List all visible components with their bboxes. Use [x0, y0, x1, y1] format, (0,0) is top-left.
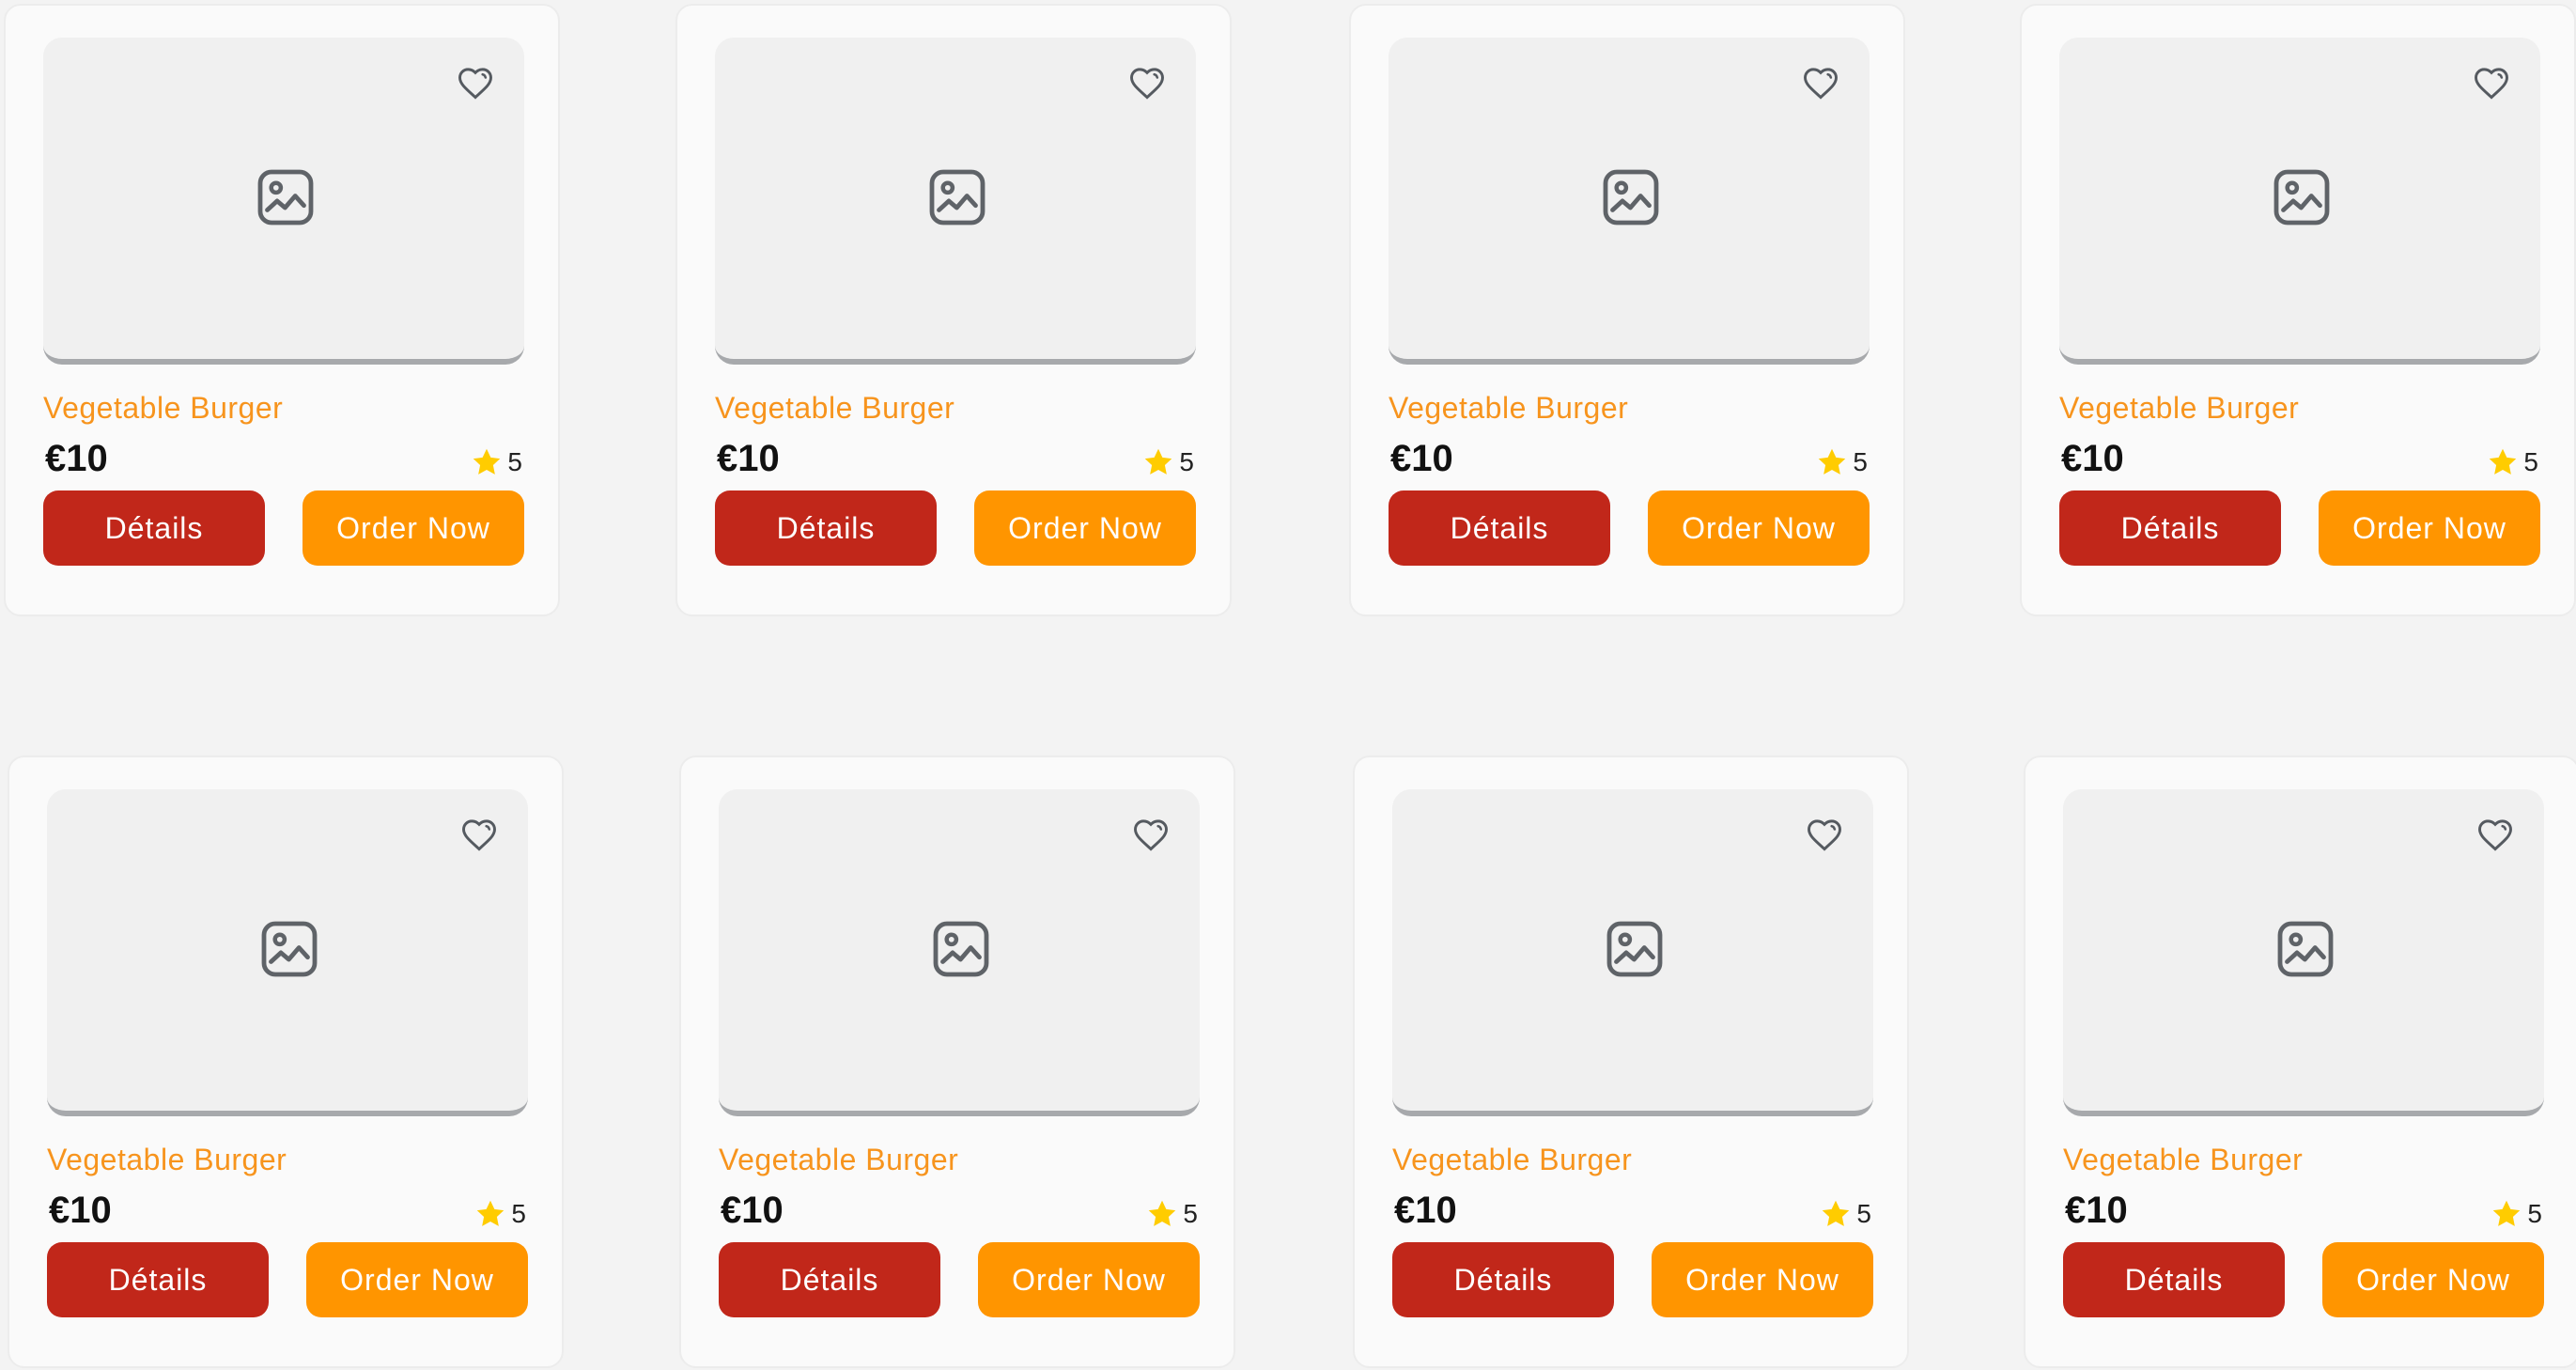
product-image-placeholder — [719, 789, 1200, 1116]
product-price: €10 — [721, 1190, 784, 1231]
details-button[interactable]: Détails — [719, 1242, 940, 1317]
order-now-button[interactable]: Order Now — [303, 490, 524, 566]
product-name: Vegetable Burger — [715, 391, 955, 425]
order-now-button[interactable]: Order Now — [974, 490, 1196, 566]
star-icon — [1145, 448, 1172, 475]
product-rating: 5 — [1815, 444, 1868, 481]
product-card: Vegetable Burger €10 5 Détails Order Now — [8, 755, 564, 1368]
rating-value: 5 — [507, 447, 522, 476]
star-icon — [1819, 448, 1846, 475]
product-card: Vegetable Burger €10 5 Détails Order Now — [679, 755, 1235, 1368]
details-button[interactable]: Détails — [1389, 490, 1610, 566]
product-name: Vegetable Burger — [2059, 391, 2300, 425]
product-price: €10 — [1394, 1190, 1457, 1231]
product-grid: Vegetable Burger €10 5 Détails Order Now… — [0, 0, 2576, 1370]
rating-value: 5 — [2523, 447, 2538, 476]
heart-icon[interactable] — [458, 814, 500, 855]
heart-icon[interactable] — [2471, 62, 2512, 103]
product-name: Vegetable Burger — [1392, 1143, 1633, 1176]
heart-icon[interactable] — [455, 62, 496, 103]
product-price: €10 — [717, 438, 780, 479]
star-icon — [473, 448, 501, 475]
product-name: Vegetable Burger — [2063, 1143, 2304, 1176]
product-card: Vegetable Burger €10 5 Détails Order Now — [2020, 4, 2576, 616]
product-card: Vegetable Burger €10 5 Détails Order Now — [1353, 755, 1909, 1368]
order-now-button[interactable]: Order Now — [306, 1242, 528, 1317]
star-icon — [2493, 1200, 2521, 1226]
product-image-placeholder — [1392, 789, 1873, 1116]
product-rating: 5 — [2490, 1195, 2542, 1233]
product-price: €10 — [1390, 438, 1453, 479]
order-now-button[interactable]: Order Now — [1652, 1242, 1873, 1317]
image-icon — [933, 921, 989, 977]
image-icon — [929, 169, 985, 226]
image-icon — [261, 921, 318, 977]
image-icon — [257, 169, 314, 226]
heart-icon[interactable] — [2475, 814, 2516, 855]
details-button[interactable]: Détails — [47, 1242, 269, 1317]
rating-value: 5 — [1856, 1199, 1871, 1228]
heart-icon[interactable] — [1130, 814, 1172, 855]
product-price: €10 — [2061, 438, 2124, 479]
product-rating: 5 — [1141, 444, 1194, 481]
image-icon — [2273, 169, 2330, 226]
image-icon — [1603, 169, 1659, 226]
rating-value: 5 — [1853, 447, 1868, 476]
rating-value: 5 — [1179, 447, 1194, 476]
product-rating: 5 — [1145, 1195, 1198, 1233]
order-now-button[interactable]: Order Now — [1648, 490, 1870, 566]
product-name: Vegetable Burger — [1389, 391, 1629, 425]
product-card: Vegetable Burger €10 5 Détails Order Now — [675, 4, 1232, 616]
product-image-placeholder — [2063, 789, 2544, 1116]
product-rating: 5 — [473, 1195, 526, 1233]
star-icon — [2490, 448, 2517, 475]
product-name: Vegetable Burger — [719, 1143, 959, 1176]
product-image-placeholder — [1389, 38, 1870, 365]
product-price: €10 — [45, 438, 108, 479]
rating-value: 5 — [511, 1199, 526, 1228]
product-rating: 5 — [470, 444, 522, 481]
product-rating: 5 — [1819, 1195, 1871, 1233]
order-now-button[interactable]: Order Now — [2322, 1242, 2544, 1317]
heart-icon[interactable] — [1800, 62, 1841, 103]
details-button[interactable]: Détails — [2059, 490, 2281, 566]
product-price: €10 — [49, 1190, 112, 1231]
star-icon — [477, 1200, 504, 1226]
rating-value: 5 — [1183, 1199, 1198, 1228]
product-price: €10 — [2065, 1190, 2128, 1231]
product-name: Vegetable Burger — [43, 391, 284, 425]
heart-icon[interactable] — [1804, 814, 1845, 855]
image-icon — [2277, 921, 2334, 977]
details-button[interactable]: Détails — [43, 490, 265, 566]
product-rating: 5 — [2486, 444, 2538, 481]
product-name: Vegetable Burger — [47, 1143, 287, 1176]
product-image-placeholder — [47, 789, 528, 1116]
product-image-placeholder — [2059, 38, 2540, 365]
product-card: Vegetable Burger €10 5 Détails Order Now — [2024, 755, 2576, 1368]
order-now-button[interactable]: Order Now — [2319, 490, 2540, 566]
image-icon — [1606, 921, 1663, 977]
star-icon — [1149, 1200, 1176, 1226]
heart-icon[interactable] — [1126, 62, 1168, 103]
details-button[interactable]: Détails — [715, 490, 937, 566]
rating-value: 5 — [2527, 1199, 2542, 1228]
details-button[interactable]: Détails — [1392, 1242, 1614, 1317]
order-now-button[interactable]: Order Now — [978, 1242, 1200, 1317]
details-button[interactable]: Détails — [2063, 1242, 2285, 1317]
star-icon — [1823, 1200, 1850, 1226]
product-card: Vegetable Burger €10 5 Détails Order Now — [1349, 4, 1905, 616]
product-image-placeholder — [715, 38, 1196, 365]
product-card: Vegetable Burger €10 5 Détails Order Now — [4, 4, 560, 616]
product-image-placeholder — [43, 38, 524, 365]
